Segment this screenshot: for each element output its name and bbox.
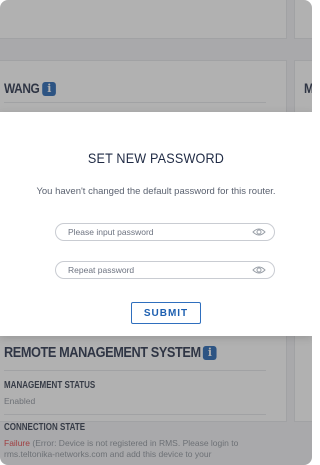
router-web-ui: WANGi M REMOTE MANAGEMENT SYSTEMi MANAGE… (0, 0, 312, 465)
repeat-password-input[interactable] (68, 262, 248, 278)
modal-message: You haven't changed the default password… (36, 186, 276, 197)
password-input[interactable] (68, 224, 248, 240)
repeat-password-field (55, 261, 275, 279)
eye-icon[interactable] (252, 265, 266, 275)
submit-button[interactable]: SUBMIT (131, 302, 201, 324)
modal-title: SET NEW PASSWORD (87, 150, 225, 166)
password-field (55, 223, 275, 241)
eye-icon[interactable] (252, 227, 266, 237)
set-password-modal: SET NEW PASSWORD You haven't changed the… (0, 112, 312, 336)
